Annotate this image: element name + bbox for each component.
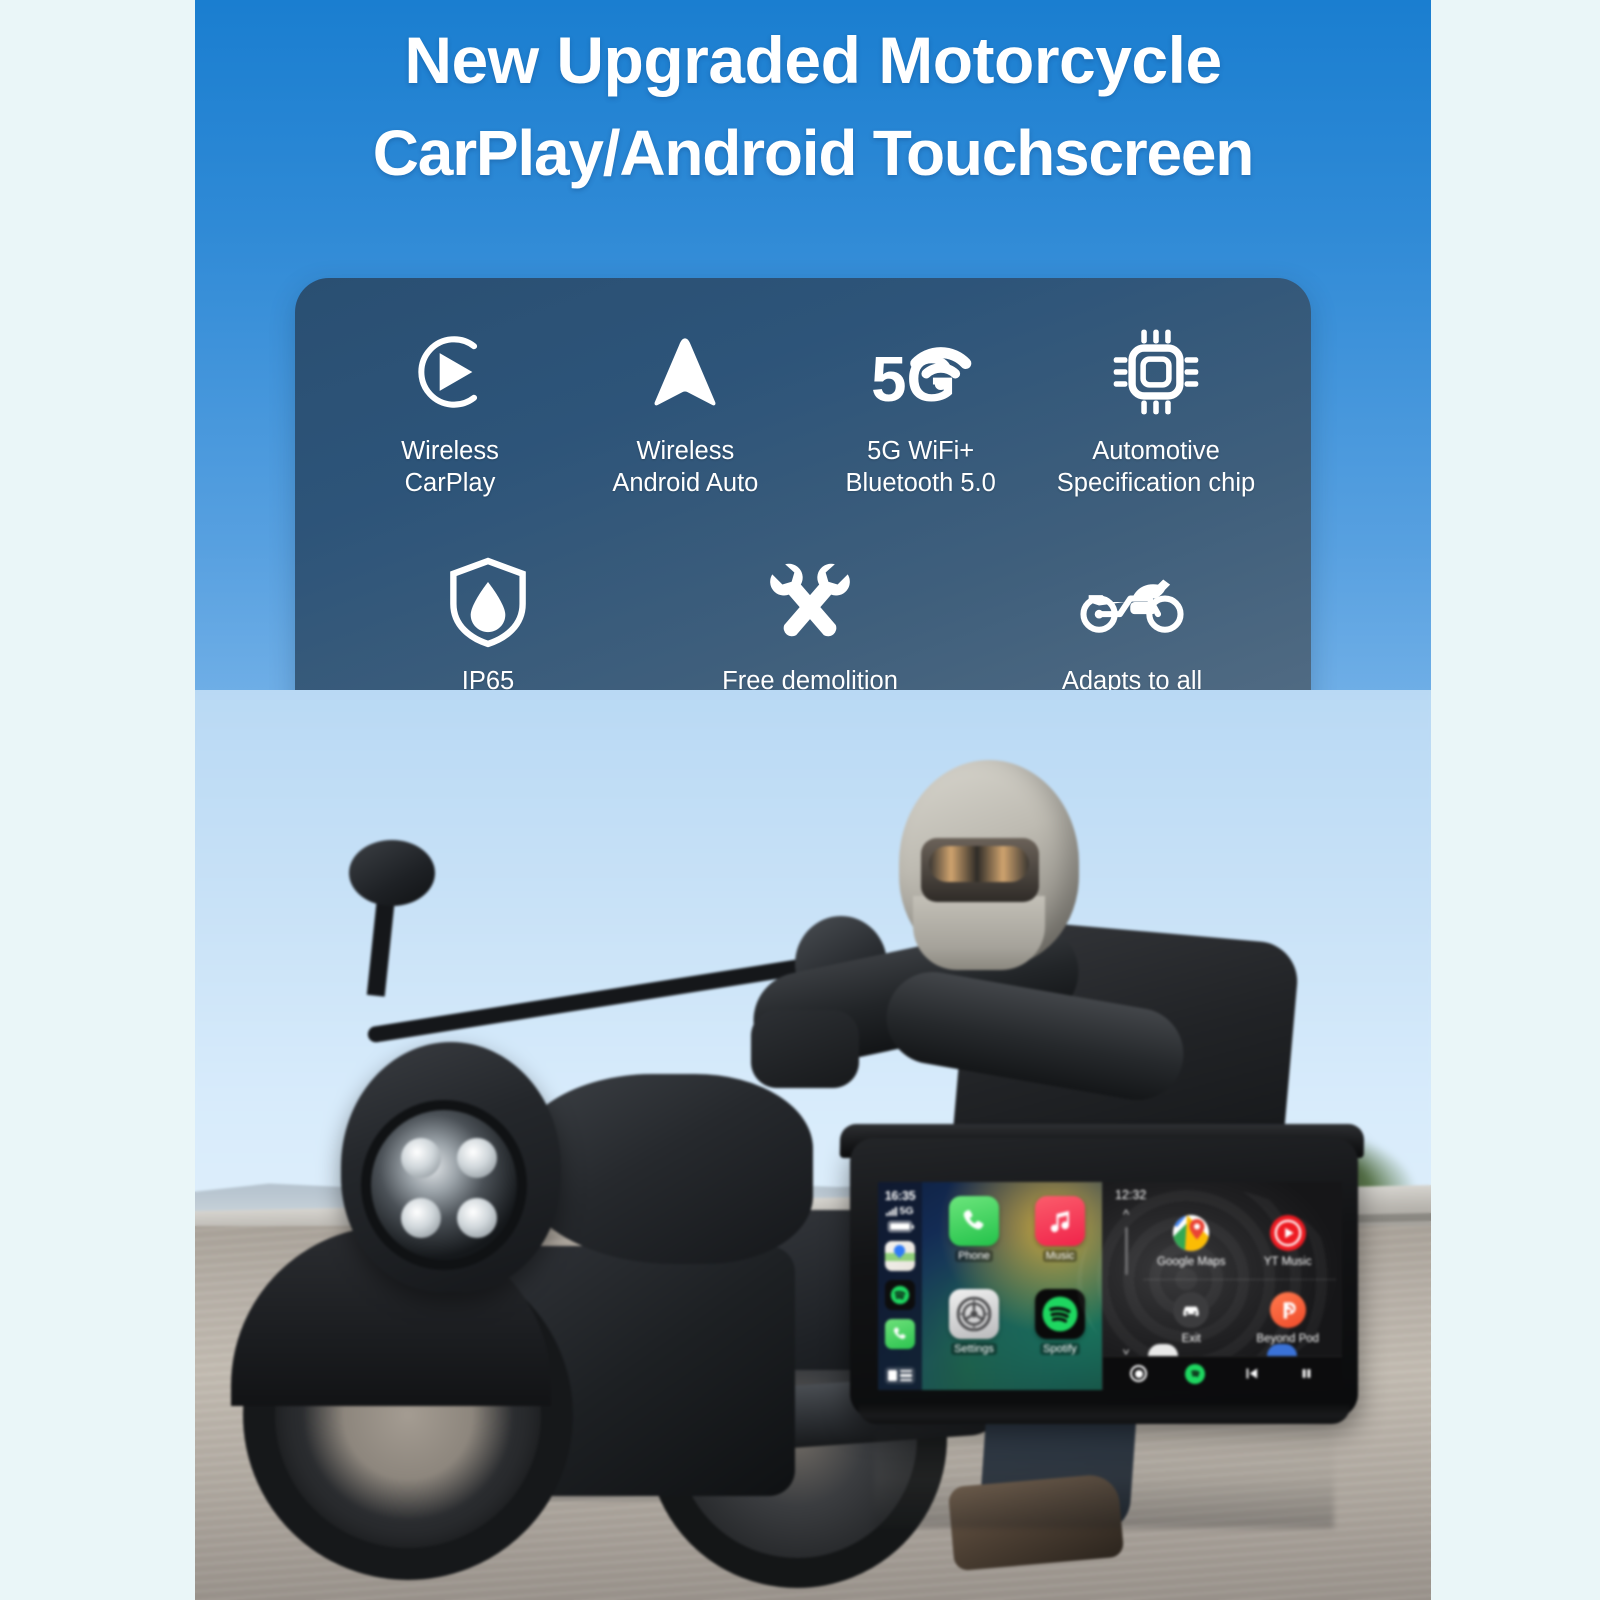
carplay-network-label: 5G (899, 1205, 914, 1217)
carplay-app-label: Spotify (1040, 1343, 1080, 1355)
carplay-app-settings[interactable]: Settings (932, 1289, 1016, 1380)
scrollbar-thumb[interactable] (1124, 1227, 1128, 1275)
carplay-app-label: Phone (955, 1250, 993, 1262)
android-auto-bottom-bar (1103, 1356, 1342, 1390)
android-auto-tile-yt-music[interactable]: YT Music (1239, 1204, 1336, 1280)
signal-bars-icon (886, 1206, 898, 1216)
google-maps-icon (1173, 1215, 1210, 1251)
motorcycle-carplay-device: 16:35 5G Phone Music Settings Spotify 12… (839, 1124, 1365, 1528)
feature-row-primary: Wireless CarPlay Wireless Android Auto 5… (325, 324, 1281, 500)
feature-label: Wireless CarPlay (401, 437, 499, 497)
photo-rider-goggles (929, 846, 1029, 882)
photo-rider-glove (751, 1010, 859, 1088)
apple-maps-icon[interactable] (885, 1241, 915, 1271)
device-bezel: 16:35 5G Phone Music Settings Spotify 12… (850, 1138, 1358, 1418)
android-auto-time: 12:32 (1115, 1188, 1147, 1202)
carplay-signal-status: 5G (886, 1205, 914, 1217)
feature-label: Automotive Specification chip (1056, 437, 1256, 497)
tile-label: Beyond Pod (1256, 1332, 1320, 1345)
android-auto-app-tiles: Google Maps YT Music Exit Beyond Pod (1143, 1204, 1336, 1356)
photo-helmet-chinbar (913, 896, 1045, 970)
feature-label: Wireless Android Auto (612, 437, 759, 497)
android-auto-content: ^ ^ Google Maps YT Music Exit Beyond Pod (1103, 1202, 1342, 1357)
carplay-sidebar: 16:35 5G (878, 1182, 922, 1390)
motorcycle-icon (1032, 554, 1232, 650)
spotify-icon (1035, 1289, 1085, 1339)
page-title: New Upgraded Motorcycle CarPlay/Android … (195, 14, 1431, 199)
tile-label: YT Music (1263, 1256, 1312, 1268)
tile-label: Exit (1181, 1332, 1201, 1345)
tools-icon (710, 554, 910, 650)
photo-headlight (361, 1100, 527, 1270)
carplay-time: 16:35 (884, 1189, 916, 1203)
chevron-up-icon[interactable]: ^ (1123, 1208, 1129, 1221)
settings-gear-icon (949, 1289, 999, 1339)
photo-mirror-head (349, 840, 435, 906)
device-base (858, 1404, 1350, 1424)
carplay-app-label: Settings (951, 1343, 997, 1355)
spotify-icon[interactable] (1185, 1363, 1205, 1384)
android-auto-scroll-column: ^ ^ (1109, 1204, 1143, 1357)
carplay-menu-icon[interactable] (885, 1367, 915, 1384)
carplay-app-grid: Phone Music Settings Spotify (922, 1182, 1102, 1390)
feature-wireless-carplay: Wireless CarPlay (347, 324, 553, 500)
yt-music-icon (1269, 1215, 1306, 1251)
exit-car-icon (1173, 1291, 1210, 1328)
carplay-icon (347, 324, 553, 420)
spotify-icon[interactable] (885, 1280, 915, 1310)
pause-icon[interactable] (1298, 1365, 1315, 1382)
carplay-app-label: Music (1042, 1250, 1078, 1262)
feature-wireless-android-auto: Wireless Android Auto (582, 324, 788, 500)
phone-icon[interactable] (885, 1319, 915, 1349)
android-auto-tile-google-maps[interactable]: Google Maps (1143, 1204, 1240, 1280)
feature-label: 5G WiFi+ Bluetooth 5.0 (845, 437, 996, 497)
feature-automotive-chip: Automotive Specification chip (1053, 324, 1259, 500)
carplay-app-music[interactable]: Music (1018, 1196, 1102, 1287)
beyond-pod-icon (1269, 1291, 1306, 1328)
title-line-2: CarPlay/Android Touchscreen (372, 116, 1255, 189)
motorcycle-rider-photo: 16:35 5G Phone Music Settings Spotify 12… (195, 690, 1431, 1600)
battery-full-icon (888, 1221, 915, 1232)
5g-wifi-icon: 5G (818, 324, 1024, 420)
android-auto-next-row-peek (1103, 1344, 1342, 1356)
feature-5g-wifi-bluetooth: 5G 5G WiFi+ Bluetooth 5.0 (818, 324, 1024, 500)
tile-label: Google Maps (1157, 1256, 1226, 1268)
carplay-app-phone[interactable]: Phone (932, 1196, 1016, 1287)
android-auto-ui: 12:32 ^ ^ Google Maps YT Music Exit Beyo… (1077, 1182, 1342, 1390)
waterproof-shield-icon (388, 554, 588, 650)
carplay-ui: 16:35 5G Phone Music Settings Spotify (878, 1182, 1102, 1390)
product-listing-image: New Upgraded Motorcycle CarPlay/Android … (0, 0, 1600, 1600)
device-reflection (874, 1424, 1334, 1528)
device-screen: 16:35 5G Phone Music Settings Spotify 12… (878, 1182, 1342, 1390)
title-line-1: New Upgraded Motorcycle (404, 23, 1222, 97)
music-icon (1035, 1196, 1085, 1246)
previous-track-icon[interactable] (1243, 1365, 1260, 1382)
chip-icon (1053, 324, 1259, 420)
carplay-app-spotify[interactable]: Spotify (1018, 1289, 1102, 1380)
home-circle-icon[interactable] (1130, 1365, 1147, 1382)
phone-icon (949, 1196, 999, 1246)
creative-canvas: New Upgraded Motorcycle CarPlay/Android … (195, 0, 1431, 1600)
android-auto-icon (582, 324, 788, 420)
